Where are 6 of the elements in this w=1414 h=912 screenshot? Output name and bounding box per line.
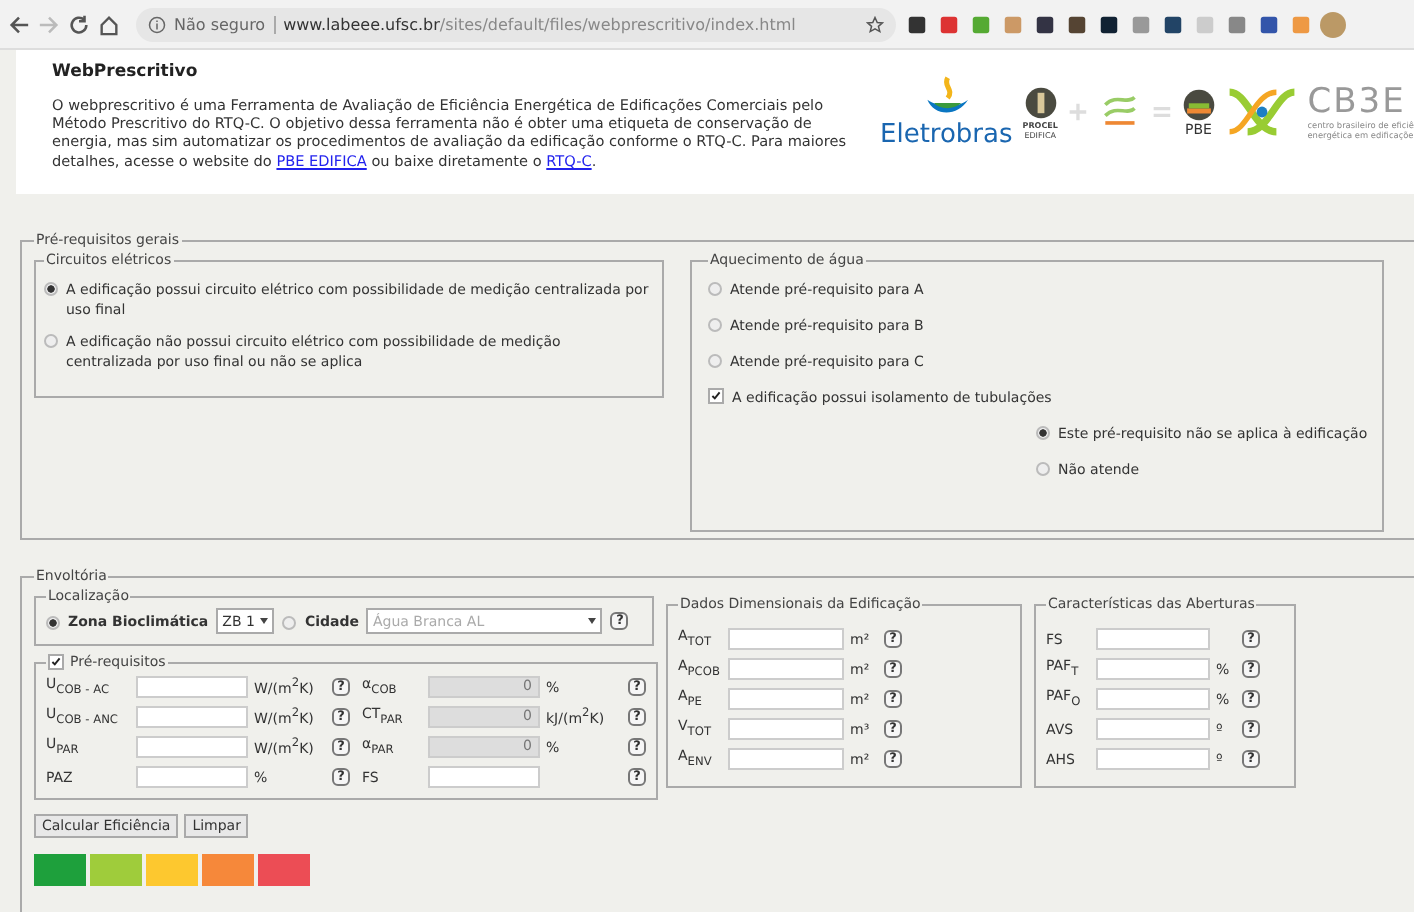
- address-bar[interactable]: Não seguro www.labeee.ufsc.br/sites/default/files/webprescritivo/index.html: [136, 7, 896, 41]
- logo-text: Eletrobras: [880, 119, 1013, 149]
- url-text: www.labeee.ufsc.br/sites/default/files/webprescritivo/index.html: [283, 15, 798, 33]
- logo-text: CB3E: [1307, 84, 1406, 120]
- security-label: Não seguro: [174, 15, 276, 33]
- page-title: WebPrescritivo: [52, 62, 200, 82]
